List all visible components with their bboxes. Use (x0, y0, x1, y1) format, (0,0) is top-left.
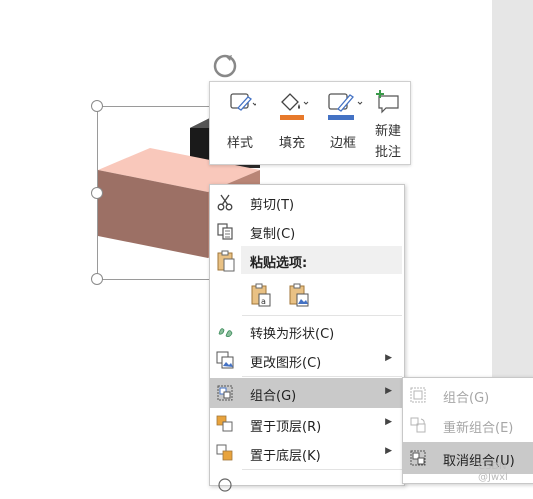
group-icon (410, 387, 426, 403)
resize-handle-mid-left[interactable] (91, 187, 103, 199)
paste-keep-format-icon[interactable]: a (250, 283, 272, 307)
menu-item-send-to-back-label: 置于底层(K) (250, 449, 321, 464)
menu-item-copy-label: 复制(C) (250, 227, 296, 242)
menu-item-bring-to-front-label: 置于顶层(R) (250, 420, 322, 435)
menu-item-group[interactable]: 组合(G) ▶ (210, 378, 404, 408)
submenu-item-group-label: 组合(G) (443, 391, 490, 406)
resize-handle-top-left[interactable] (91, 100, 103, 112)
paste-options-label: 粘贴选项: (250, 256, 308, 271)
submenu-arrow-icon: ▶ (385, 417, 392, 427)
menu-item-send-to-back[interactable]: 置于底层(K) ▶ (210, 439, 404, 467)
submenu-arrow-icon: ▶ (385, 386, 392, 396)
menu-item-group-label: 组合(G) (250, 389, 297, 404)
send-to-back-icon (216, 444, 233, 461)
context-menu: 剪切(T) 复制(C) 粘贴选项: a 转换为形状(C) 更改图形(C) ▶ 组… (209, 184, 405, 492)
group-icon (217, 385, 233, 401)
resize-handle-bottom-left[interactable] (91, 273, 103, 285)
bring-to-front-icon (216, 415, 233, 432)
menu-item-cut[interactable]: 剪切(T) (210, 188, 404, 216)
submenu-item-regroup: 重新组合(E) (403, 411, 533, 439)
copy-icon (217, 223, 233, 240)
menu-item-convert-to-shape[interactable]: 转换为形状(C) (210, 317, 404, 345)
convert-shape-icon (218, 328, 233, 337)
new-comment-icon (376, 90, 399, 114)
menu-separator (242, 469, 402, 470)
scissors-icon (217, 194, 233, 211)
shape-style-icon (230, 93, 256, 111)
link-icon (218, 478, 232, 492)
submenu-item-regroup-label: 重新组合(E) (443, 421, 514, 436)
paste-buttons-row: a (210, 278, 404, 312)
svg-text:a: a (261, 297, 266, 306)
menu-item-convert-to-shape-label: 转换为形状(C) (250, 327, 335, 342)
menu-item-bring-to-front[interactable]: 置于顶层(R) ▶ (210, 410, 404, 438)
pen-outline-icon (328, 93, 363, 120)
menu-item-change-graphic[interactable]: 更改图形(C) ▶ (210, 346, 404, 374)
paste-options-header: 粘贴选项: (241, 246, 402, 274)
submenu-arrow-icon: ▶ (385, 446, 392, 456)
new-comment-label-1: 新建 (374, 124, 401, 139)
menu-item-cut-label: 剪切(T) (250, 198, 295, 213)
border-button[interactable]: 边框 (318, 82, 368, 164)
menu-item-partial[interactable] (210, 471, 404, 499)
submenu-arrow-icon: ▶ (385, 353, 392, 363)
selection-border-top (97, 106, 209, 107)
paste-clipboard-icon (217, 250, 235, 272)
change-graphic-icon (216, 351, 234, 369)
style-label: 样式 (226, 136, 253, 151)
regroup-icon (410, 417, 426, 433)
fill-button[interactable]: 填充 (268, 82, 316, 164)
menu-item-change-graphic-label: 更改图形(C) (250, 356, 322, 371)
border-label: 边框 (329, 136, 356, 151)
mini-toolbar: 样式 填充 边框 新建 批注 (209, 81, 411, 165)
paste-as-picture-icon[interactable] (288, 283, 310, 307)
new-comment-button[interactable]: 新建 批注 (368, 82, 408, 164)
paint-bucket-icon (280, 93, 309, 120)
rotate-handle-icon[interactable] (212, 53, 238, 79)
watermark: CSDN @Jwxl (478, 461, 508, 483)
menu-separator (242, 376, 402, 377)
style-button[interactable]: 样式 (214, 82, 266, 164)
fill-label: 填充 (278, 136, 305, 151)
submenu-item-group: 组合(G) (403, 381, 533, 409)
menu-item-copy[interactable]: 复制(C) (210, 217, 404, 245)
menu-separator (242, 315, 402, 316)
new-comment-label-2: 批注 (374, 145, 401, 160)
ungroup-icon (410, 450, 426, 466)
